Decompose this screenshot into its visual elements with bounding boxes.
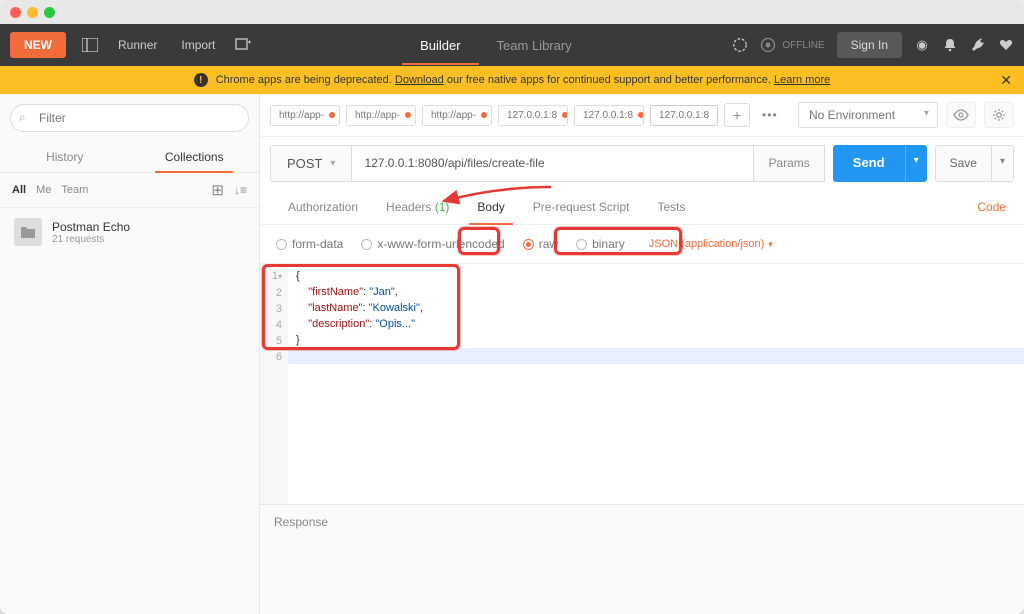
code-content[interactable]: { "firstName": "Jan", "lastName": "Kowal…: [288, 264, 1024, 504]
save-dropdown[interactable]: ▾: [992, 145, 1014, 182]
response-panel: Response: [260, 504, 1024, 614]
code-link[interactable]: Code: [977, 200, 1010, 214]
titlebar: [0, 0, 1024, 24]
new-button[interactable]: NEW: [10, 32, 66, 58]
collection-name: Postman Echo: [52, 220, 130, 234]
heart-icon[interactable]: [998, 37, 1014, 53]
binary-radio[interactable]: binary: [576, 237, 625, 251]
collection-item[interactable]: Postman Echo 21 requests: [0, 208, 259, 256]
download-link[interactable]: Download: [395, 74, 444, 86]
notifications-icon[interactable]: [942, 37, 958, 53]
toggle-sidebar-icon[interactable]: [74, 31, 106, 59]
offline-status: OFFLINE: [760, 37, 824, 53]
collection-count: 21 requests: [52, 234, 130, 245]
form-data-radio[interactable]: form-data: [276, 237, 343, 251]
raw-radio[interactable]: raw: [523, 237, 558, 251]
request-tab[interactable]: http://app-: [270, 105, 340, 126]
banner-text: Chrome apps are being deprecated.: [216, 74, 395, 86]
urlencoded-radio[interactable]: x-www-form-urlencoded: [361, 237, 504, 251]
runner-button[interactable]: Runner: [106, 32, 169, 58]
env-quicklook-icon[interactable]: [946, 102, 976, 128]
main-panel: http://app- http://app- http://app- 127.…: [260, 94, 1024, 614]
body-editor[interactable]: 1▾23456 { "firstName": "Jan", "lastName"…: [260, 264, 1024, 504]
main-toolbar: NEW Runner Import Builder Team Library O…: [0, 24, 1024, 66]
line-gutter: 1▾23456: [260, 264, 288, 504]
tab-overflow-icon[interactable]: •••: [756, 108, 784, 122]
url-input[interactable]: 127.0.0.1:8080/api/files/create-file: [351, 145, 754, 182]
save-button[interactable]: Save: [935, 145, 992, 182]
collections-tab[interactable]: Collections: [130, 142, 260, 172]
body-type-row: form-data x-www-form-urlencoded raw bina…: [260, 225, 1024, 264]
satellite-icon[interactable]: ◉: [914, 37, 930, 53]
response-label: Response: [274, 515, 328, 529]
new-collection-icon[interactable]: ⊞: [211, 181, 224, 199]
request-tab[interactable]: http://app-: [346, 105, 416, 126]
send-button[interactable]: Send: [833, 145, 905, 182]
new-window-icon[interactable]: [227, 31, 259, 59]
filter-me[interactable]: Me: [36, 184, 51, 196]
close-window-button[interactable]: [10, 7, 21, 18]
folder-icon: [14, 218, 42, 246]
maximize-window-button[interactable]: [44, 7, 55, 18]
settings-icon[interactable]: [970, 37, 986, 53]
request-tabs-row: http://app- http://app- http://app- 127.…: [260, 94, 1024, 137]
deprecation-banner: ! Chrome apps are being deprecated. Down…: [0, 66, 1024, 94]
request-tab[interactable]: http://app-: [422, 105, 492, 126]
offline-label: OFFLINE: [782, 40, 824, 51]
signin-button[interactable]: Sign In: [837, 32, 902, 58]
filter-container: ⌕: [10, 104, 249, 132]
method-select[interactable]: POST▾: [270, 145, 351, 182]
postman-window: NEW Runner Import Builder Team Library O…: [0, 0, 1024, 614]
headers-tab[interactable]: Headers (1): [372, 190, 463, 224]
prerequest-tab[interactable]: Pre-request Script: [519, 190, 644, 224]
builder-tab[interactable]: Builder: [402, 26, 478, 65]
request-row: POST▾ 127.0.0.1:8080/api/files/create-fi…: [260, 137, 1024, 190]
warning-icon: !: [194, 73, 208, 87]
sidebar: ⌕ History Collections All Me Team ⊞ ↓≡: [0, 94, 260, 614]
request-subtabs: Authorization Headers (1) Body Pre-reque…: [260, 190, 1024, 225]
banner-text-mid: our free native apps for continued suppo…: [447, 74, 774, 86]
new-tab-button[interactable]: +: [724, 103, 750, 127]
filter-team[interactable]: Team: [61, 184, 88, 196]
minimize-window-button[interactable]: [27, 7, 38, 18]
body-tab[interactable]: Body: [463, 190, 518, 224]
team-library-tab[interactable]: Team Library: [479, 26, 590, 65]
center-tabs: Builder Team Library: [259, 26, 732, 65]
request-tab[interactable]: 127.0.0.1:8: [574, 105, 644, 126]
request-tab-active[interactable]: 127.0.0.1:8: [650, 105, 718, 126]
content-type-select[interactable]: JSON (application/json)▾: [643, 235, 779, 253]
env-manage-icon[interactable]: [984, 102, 1014, 128]
learn-more-link[interactable]: Learn more: [774, 74, 830, 86]
close-banner-icon[interactable]: ✕: [1000, 72, 1012, 89]
environment-select[interactable]: No Environment: [798, 102, 938, 128]
sort-collections-icon[interactable]: ↓≡: [234, 183, 247, 197]
filter-input[interactable]: [10, 104, 249, 132]
params-button[interactable]: Params: [754, 145, 824, 182]
search-icon: ⌕: [19, 110, 26, 125]
filter-all[interactable]: All: [12, 184, 26, 196]
send-dropdown[interactable]: ▾: [905, 145, 927, 182]
sync-icon[interactable]: [732, 37, 748, 53]
request-tab[interactable]: 127.0.0.1:8: [498, 105, 568, 126]
authorization-tab[interactable]: Authorization: [274, 190, 372, 224]
tests-tab[interactable]: Tests: [643, 190, 699, 224]
import-button[interactable]: Import: [169, 32, 227, 58]
history-tab[interactable]: History: [0, 142, 130, 172]
